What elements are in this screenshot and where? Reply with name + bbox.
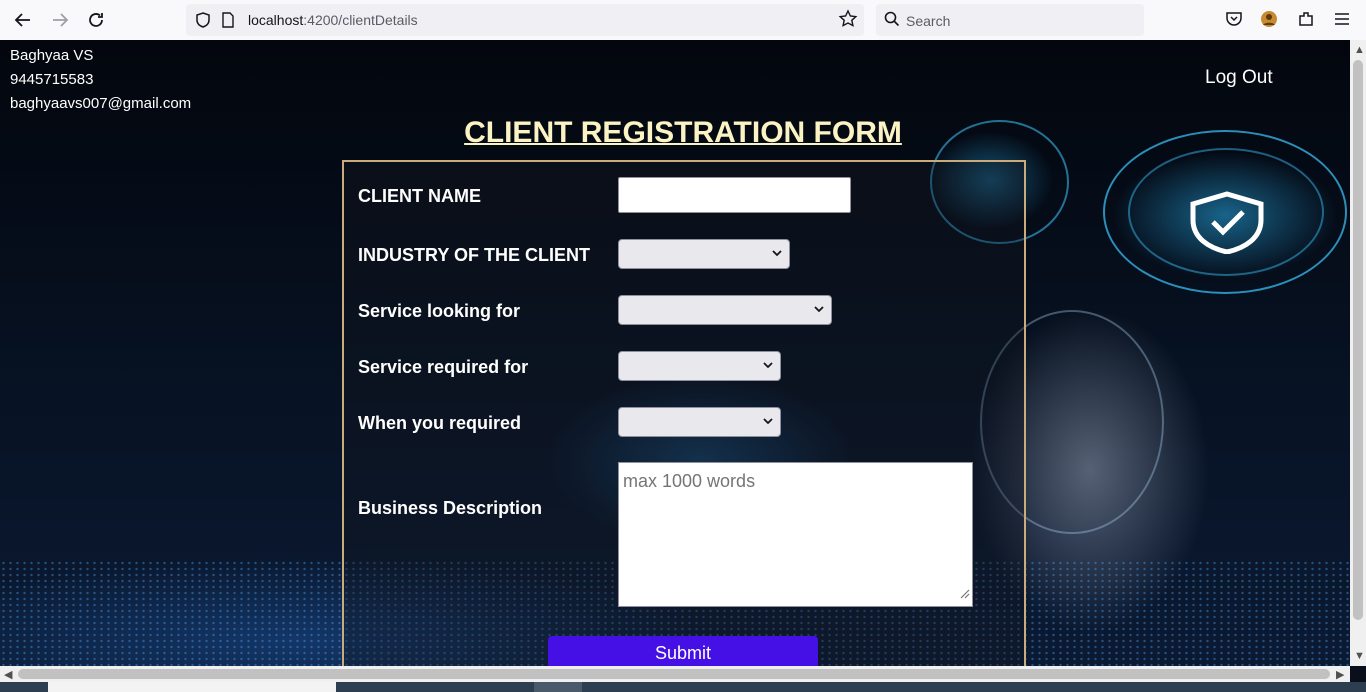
vertical-scroll-thumb[interactable] [1353, 60, 1363, 620]
service-looking-label: Service looking for [358, 301, 521, 321]
os-taskbar [0, 682, 1366, 692]
client-name-input[interactable] [618, 177, 851, 213]
user-email: baghyaavs007@gmail.com [10, 95, 192, 112]
chevron-down-icon [813, 302, 825, 321]
search-placeholder: Search [906, 13, 951, 29]
description-placeholder: max 1000 words [623, 471, 756, 491]
url-host: localhost [248, 12, 304, 28]
service-required-label: Service required for [358, 357, 529, 377]
vertical-scrollbar[interactable]: ▲ ▼ [1350, 40, 1366, 666]
service-required-select[interactable] [618, 351, 781, 381]
industry-select[interactable] [618, 239, 790, 269]
search-bar[interactable]: Search [876, 4, 1144, 36]
security-shield-icon [1185, 190, 1269, 259]
submit-button[interactable]: Submit [548, 636, 818, 666]
business-description-label: Business Description [358, 498, 543, 518]
forward-icon[interactable] [48, 8, 72, 32]
logout-link[interactable]: Log Out [1205, 67, 1273, 89]
business-description-textarea[interactable]: max 1000 words [618, 462, 973, 607]
bookmark-star-icon[interactable] [838, 9, 858, 34]
chevron-down-icon [762, 414, 774, 433]
account-avatar-icon[interactable] [1259, 9, 1281, 31]
industry-label: INDUSTRY OF THE CLIENT [358, 245, 591, 265]
back-icon[interactable] [11, 8, 35, 32]
when-required-select[interactable] [618, 407, 781, 437]
menu-icon[interactable] [1332, 9, 1354, 31]
user-phone: 9445715583 [10, 71, 94, 88]
scroll-down-arrow-icon[interactable]: ▼ [1354, 650, 1365, 662]
url-path: :4200/clientDetails [303, 12, 418, 28]
chevron-down-icon [762, 358, 774, 377]
taskbar-active-app[interactable] [534, 682, 582, 692]
when-required-label: When you required [358, 413, 522, 433]
extensions-icon[interactable] [1296, 9, 1318, 31]
reload-icon[interactable] [84, 8, 108, 32]
url-bar[interactable]: localhost:4200/clientDetails [186, 4, 864, 36]
scroll-up-arrow-icon[interactable]: ▲ [1354, 44, 1365, 56]
user-name: Baghyaa VS [10, 47, 94, 64]
user-info: Baghyaa VS 9445715583 baghyaavs007@gmail… [10, 44, 191, 116]
scroll-left-arrow-icon[interactable]: ◀ [4, 668, 12, 681]
page-background: Baghyaa VS 9445715583 baghyaavs007@gmail… [0, 40, 1350, 666]
client-registration-form: CLIENT NAME INDUSTRY OF THE CLIENT Servi… [342, 160, 1026, 666]
url-text[interactable]: localhost:4200/clientDetails [248, 12, 418, 28]
taskbar-search-box[interactable] [48, 682, 336, 692]
page-title: CLIENT REGISTRATION FORM [464, 116, 902, 149]
service-looking-select[interactable] [618, 295, 832, 325]
horizontal-scroll-thumb[interactable] [18, 669, 1330, 679]
resize-grip-icon[interactable] [958, 586, 970, 604]
shield-icon[interactable] [194, 11, 212, 34]
scroll-right-arrow-icon[interactable]: ▶ [1336, 668, 1344, 681]
search-icon [884, 11, 900, 32]
client-name-label: CLIENT NAME [358, 186, 481, 206]
horizontal-scrollbar[interactable]: ◀ ▶ [0, 666, 1350, 682]
page-icon [220, 11, 236, 34]
browser-toolbar: localhost:4200/clientDetails Search [0, 0, 1366, 41]
chevron-down-icon [771, 246, 783, 265]
pocket-icon[interactable] [1224, 9, 1246, 31]
